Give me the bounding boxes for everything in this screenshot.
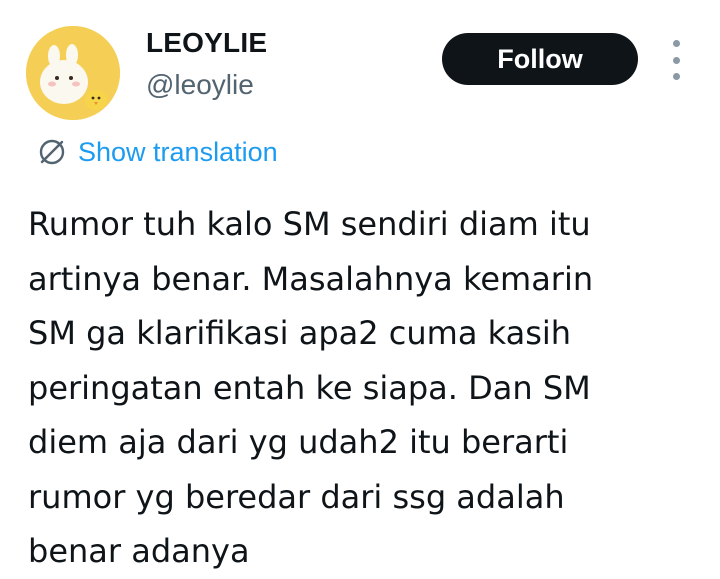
- tweet-text-line: SM ga klarifikasi apa2 cuma kasih: [28, 314, 572, 352]
- follow-button[interactable]: Follow: [442, 33, 638, 85]
- tweet-text-line: artinya benar. Masalahnya kemarin: [28, 259, 594, 298]
- show-translation-link[interactable]: Show translation: [36, 132, 278, 172]
- avatar-image: [26, 26, 120, 120]
- tweet-text-line: benar adanya: [28, 532, 250, 570]
- more-options-button[interactable]: [664, 40, 688, 80]
- more-dot-icon: [672, 56, 680, 64]
- tweet-text-line: rumor yg beredar dari ssg adalah: [28, 477, 565, 516]
- tweet-text-line: Rumor tuh kalo SM sendiri diam itu: [28, 205, 591, 243]
- tweet-text-line: diem aja dari yg udah2 itu berarti: [28, 423, 569, 461]
- avatar[interactable]: [26, 26, 120, 120]
- more-dot-icon: [672, 73, 680, 80]
- tweet-text-line: peringatan entah ke siapa. Dan SM: [28, 368, 591, 407]
- author-handle[interactable]: @leoylie: [146, 68, 254, 102]
- tweet-text: Rumor tuh kalo SM sendiri diam itu artin…: [28, 197, 708, 579]
- show-translation-label: Show translation: [78, 136, 278, 167]
- more-dot-icon: [672, 40, 680, 47]
- translate-icon: [36, 136, 68, 168]
- author-display-name[interactable]: LEOYLIE: [146, 26, 267, 60]
